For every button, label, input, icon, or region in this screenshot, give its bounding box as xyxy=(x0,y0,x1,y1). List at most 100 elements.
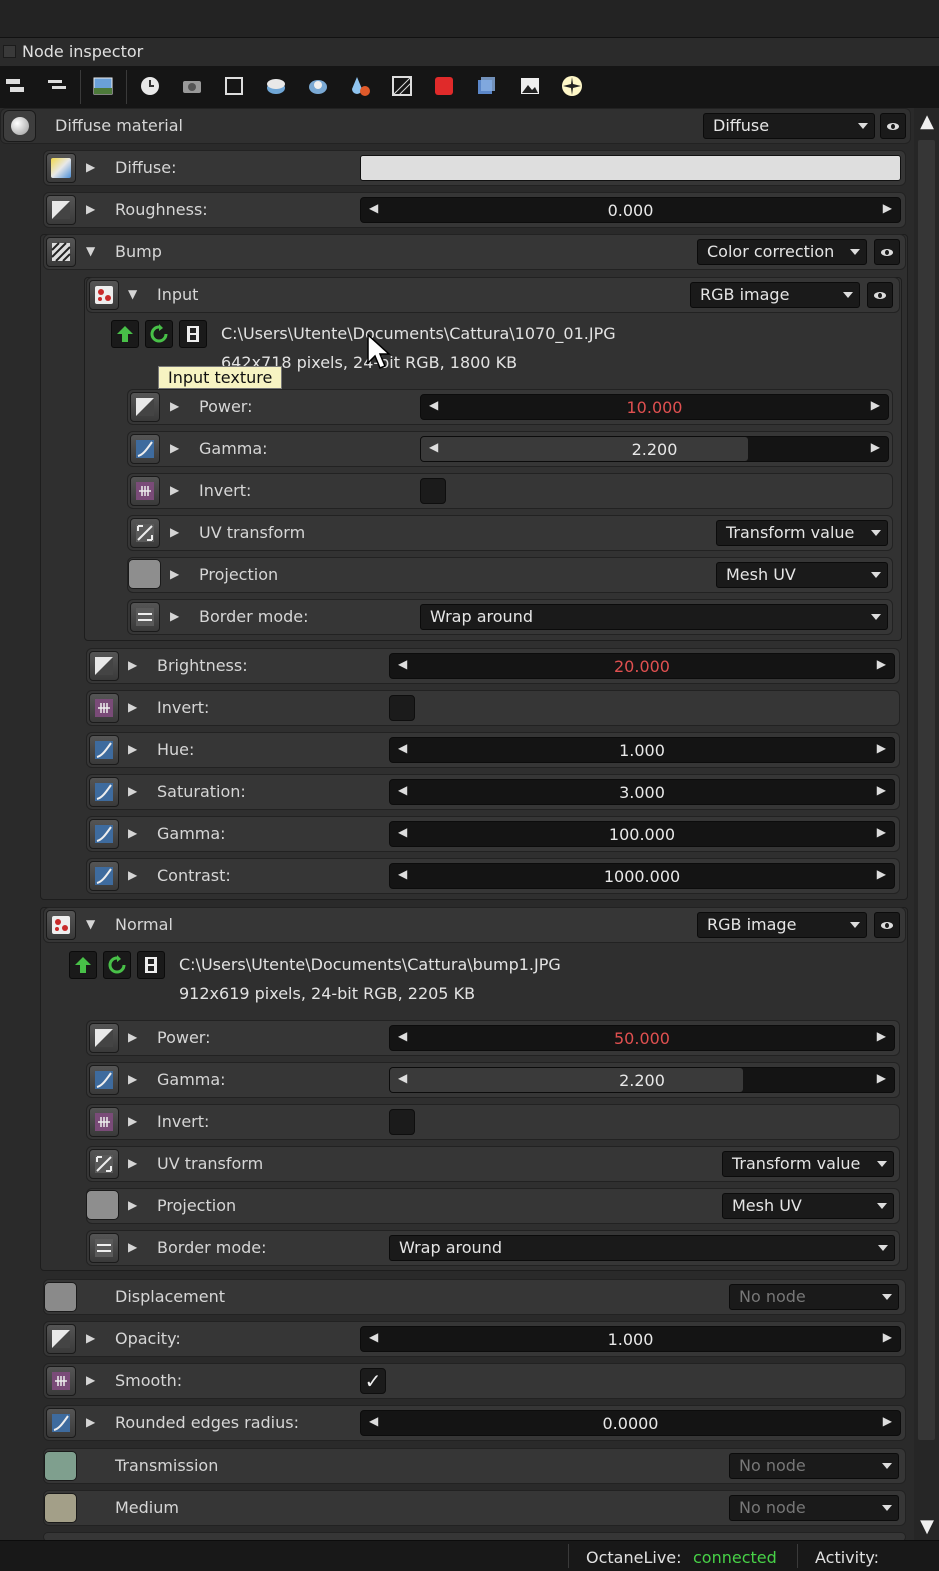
expand-arrow-icon[interactable]: ▶ xyxy=(128,1030,137,1044)
brightness-slider[interactable]: ◀ 20.000 ▶ xyxy=(389,653,895,679)
enum-icon[interactable] xyxy=(130,602,160,632)
curve-icon[interactable] xyxy=(89,1065,119,1095)
expand-arrow-icon[interactable]: ▶ xyxy=(170,399,179,413)
float-value-icon[interactable] xyxy=(89,1023,119,1053)
displacement-select[interactable]: No node xyxy=(729,1284,899,1310)
normal-projection-select[interactable]: Mesh UV xyxy=(722,1193,894,1219)
expand-arrow-icon[interactable]: ▶ xyxy=(86,1415,95,1429)
curve-icon[interactable] xyxy=(89,735,119,765)
expand-arrow-icon[interactable]: ▶ xyxy=(128,1198,137,1212)
saturation-slider[interactable]: ◀ 3.000 ▶ xyxy=(389,779,895,805)
hue-slider[interactable]: ◀ 1.000 ▶ xyxy=(389,737,895,763)
root-type-select[interactable]: Diffuse xyxy=(703,113,875,139)
film-icon[interactable] xyxy=(179,320,207,348)
frame-icon[interactable] xyxy=(221,73,247,99)
projection-node-icon[interactable] xyxy=(128,559,161,589)
panel-dock-handle[interactable] xyxy=(3,45,16,58)
film-icon[interactable] xyxy=(137,951,165,979)
eye-icon[interactable] xyxy=(874,239,900,265)
float-value-icon[interactable] xyxy=(130,392,160,422)
image-icon[interactable] xyxy=(90,73,116,99)
reload-icon[interactable] xyxy=(103,951,131,979)
normal-border-select[interactable]: Wrap around xyxy=(389,1235,895,1261)
eye-icon[interactable] xyxy=(867,282,893,308)
roughness-slider[interactable]: ◀ 0.000 ▶ xyxy=(360,197,901,223)
bool-icon[interactable] xyxy=(89,693,119,723)
reload-icon[interactable] xyxy=(145,320,173,348)
contrast-slider[interactable]: ◀ 1000.000 ▶ xyxy=(389,863,895,889)
float-value-icon[interactable] xyxy=(46,1324,76,1354)
expand-arrow-icon[interactable]: ▶ xyxy=(86,1331,95,1345)
color-correction-icon[interactable] xyxy=(46,237,76,267)
bump-gamma-slider[interactable]: ◀ 100.000 ▶ xyxy=(389,821,895,847)
medium-node-icon[interactable] xyxy=(44,1493,77,1523)
curve-icon[interactable] xyxy=(46,1408,76,1438)
bump-type-select[interactable]: Color correction xyxy=(697,239,867,265)
expand-arrow-icon[interactable]: ▶ xyxy=(128,742,137,756)
cube-icon[interactable] xyxy=(473,73,499,99)
bump-invert-checkbox[interactable] xyxy=(389,695,415,721)
transform-icon[interactable] xyxy=(130,518,160,548)
expand-arrow-icon[interactable]: ▶ xyxy=(128,1072,137,1086)
geometry-icon[interactable] xyxy=(305,73,331,99)
input-uv-select[interactable]: Transform value xyxy=(716,520,888,546)
enum-icon[interactable] xyxy=(89,1233,119,1263)
curve-icon[interactable] xyxy=(89,777,119,807)
expand-arrow-icon[interactable]: ▶ xyxy=(128,1240,137,1254)
normal-gamma-slider[interactable]: ◀ 2.200 ▶ xyxy=(389,1067,895,1093)
rgb-image-icon[interactable] xyxy=(89,280,119,310)
expand-arrow-icon[interactable]: ▶ xyxy=(170,483,179,497)
paint-icon[interactable] xyxy=(347,73,373,99)
diffuse-color-swatch[interactable] xyxy=(360,155,901,181)
projection-node-icon[interactable] xyxy=(86,1190,119,1220)
collapse-arrow-icon[interactable]: ▼ xyxy=(86,917,95,931)
expand-arrow-icon[interactable]: ▶ xyxy=(170,525,179,539)
mesh-icon[interactable] xyxy=(263,73,289,99)
clock-icon[interactable] xyxy=(137,73,163,99)
bool-icon[interactable] xyxy=(46,1366,76,1396)
list-icon[interactable] xyxy=(44,73,70,99)
expand-arrow-icon[interactable]: ▶ xyxy=(128,868,137,882)
expand-arrow-icon[interactable]: ▶ xyxy=(170,609,179,623)
rgb-color-icon[interactable] xyxy=(46,153,76,183)
expand-arrow-icon[interactable]: ▶ xyxy=(128,658,137,672)
input-power-slider[interactable]: ◀ 10.000 ▶ xyxy=(420,394,889,420)
normal-power-slider[interactable]: ◀ 50.000 ▶ xyxy=(389,1025,895,1051)
input-type-select[interactable]: RGB image xyxy=(690,282,860,308)
expand-arrow-icon[interactable]: ▶ xyxy=(86,202,95,216)
load-file-icon[interactable] xyxy=(69,951,97,979)
rounded-edges-slider[interactable]: ◀ 0.0000 ▶ xyxy=(360,1410,901,1436)
expand-arrow-icon[interactable]: ▶ xyxy=(86,1373,95,1387)
float-value-icon[interactable] xyxy=(46,195,76,225)
bool-icon[interactable] xyxy=(130,476,160,506)
normal-invert-checkbox[interactable] xyxy=(389,1109,415,1135)
medium-select[interactable]: No node xyxy=(729,1495,899,1521)
transform-icon[interactable] xyxy=(89,1149,119,1179)
material-icon[interactable] xyxy=(431,73,457,99)
expand-arrow-icon[interactable]: ▶ xyxy=(128,700,137,714)
rgb-image-icon[interactable] xyxy=(46,910,76,940)
expand-arrow-icon[interactable]: ▶ xyxy=(128,784,137,798)
collapse-arrow-icon[interactable]: ▼ xyxy=(86,244,95,258)
input-gamma-slider[interactable]: ◀ 2.200 ▶ xyxy=(420,436,889,462)
expand-arrow-icon[interactable]: ▶ xyxy=(170,441,179,455)
texture-icon[interactable] xyxy=(389,73,415,99)
collapse-arrow-icon[interactable]: ▼ xyxy=(128,287,137,301)
load-file-icon[interactable] xyxy=(111,320,139,348)
input-projection-select[interactable]: Mesh UV xyxy=(716,562,888,588)
transmission-node-icon[interactable] xyxy=(44,1451,77,1481)
curve-icon[interactable] xyxy=(89,819,119,849)
input-invert-checkbox[interactable] xyxy=(420,478,446,504)
bool-icon[interactable] xyxy=(89,1107,119,1137)
normal-uv-select[interactable]: Transform value xyxy=(722,1151,894,1177)
expand-arrow-icon[interactable]: ▶ xyxy=(86,160,95,174)
eye-icon[interactable] xyxy=(880,113,906,139)
layers-icon[interactable] xyxy=(2,73,28,99)
picture-icon[interactable] xyxy=(517,73,543,99)
displacement-node-icon[interactable] xyxy=(44,1282,77,1312)
smooth-checkbox[interactable]: ✓ xyxy=(360,1368,386,1394)
float-value-icon[interactable] xyxy=(89,651,119,681)
light-icon[interactable] xyxy=(559,73,585,99)
transmission-select[interactable]: No node xyxy=(729,1453,899,1479)
input-border-select[interactable]: Wrap around xyxy=(420,604,888,630)
